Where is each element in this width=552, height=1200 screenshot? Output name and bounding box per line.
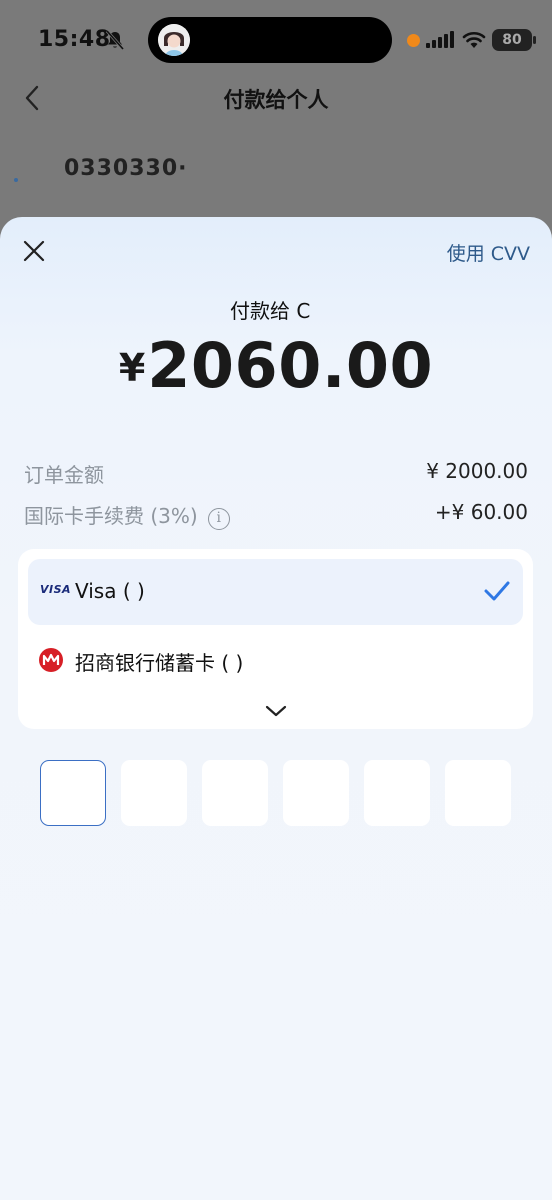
pin-digit-box[interactable] [283,760,349,826]
card-list: VISA Visa ( ) 招商银行储蓄卡 ( ) [18,549,533,729]
order-amount-value: ¥ 2000.00 [426,459,528,483]
fee-row: 国际卡手续费 (3%) i +¥ 60.00 [24,500,528,530]
use-cvv-link[interactable]: 使用 CVV [447,239,530,266]
background-text: 0330330· [64,150,194,180]
pin-digit-box[interactable] [40,760,106,826]
check-icon [484,581,510,601]
nav-bar: 付款给个人 [0,70,552,126]
wifi-icon [462,31,486,48]
signal-icon [426,31,454,48]
payee-label: 付款给 C [230,299,311,323]
bell-mute-icon [106,30,124,50]
pin-digit-box[interactable] [121,760,187,826]
order-amount-label: 订单金额 [24,463,104,487]
status-bar: 15:48 80 [0,0,552,80]
payment-sheet: 使用 CVV 付款给 C ¥2060.00 订单金额 ¥ 2000.00 国际卡… [0,217,552,1200]
info-icon[interactable]: i [207,508,230,530]
avatar [158,24,190,56]
battery-icon: 80 [492,29,536,51]
status-time: 15:48 [38,27,111,52]
dynamic-island [148,17,392,63]
pin-digit-box[interactable] [445,760,511,826]
card-label-cmb: 招商银行储蓄卡 ( ) [75,651,244,675]
pin-digit-box[interactable] [202,760,268,826]
pin-digit-box[interactable] [364,760,430,826]
currency-symbol: ¥ [118,346,146,390]
fee-label: 国际卡手续费 (3%) [24,504,198,528]
fee-label-wrap: 国际卡手续费 (3%) i [24,500,230,530]
close-icon [23,240,45,262]
battery-level: 80 [502,32,522,48]
page-title: 付款给个人 [223,88,329,112]
order-amount-row: 订单金额 ¥ 2000.00 [24,459,528,489]
close-button[interactable] [18,235,50,267]
background-dot [14,178,18,182]
payment-amount: ¥2060.00 [0,329,552,402]
chevron-down-icon[interactable] [264,703,288,719]
card-label-visa: Visa ( ) [75,579,145,603]
card-option-visa[interactable]: VISA Visa ( ) [28,559,523,625]
background-partial-text: 0330330· [64,156,188,180]
pin-input[interactable] [40,760,512,826]
avatar-icon [158,24,190,56]
recording-dot-icon [407,33,420,47]
payee: 付款给 C [0,295,552,324]
cmb-bank-logo-icon [39,648,63,672]
card-option-cmb[interactable]: 招商银行储蓄卡 ( ) [28,627,523,693]
status-icons: 80 [407,28,536,52]
fee-value: +¥ 60.00 [434,500,528,524]
visa-logo: VISA [40,583,72,596]
amount-value: 2060.00 [147,329,434,402]
